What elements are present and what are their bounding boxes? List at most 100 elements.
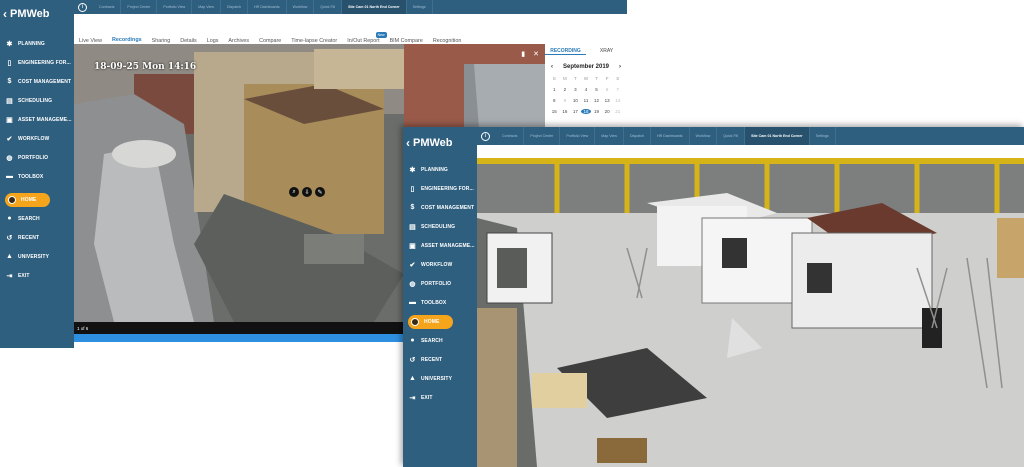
- top-tab-dispatch[interactable]: Dispatch: [221, 0, 248, 14]
- calendar-day[interactable]: 12: [591, 98, 602, 103]
- home-pill[interactable]: HOME: [408, 314, 454, 329]
- top-tab-portfolio-view[interactable]: Portfolio View: [560, 127, 596, 145]
- sidebar-item-label: HOME: [424, 318, 440, 325]
- camera-live-view[interactable]: [477, 158, 1024, 467]
- edit-icon[interactable]: ✎: [315, 187, 325, 197]
- graduation-cap-icon: ▲: [408, 375, 417, 382]
- sidebar-nav: ✱ PLANNING ▯ ENGINEERING FOR... $ COST MANAGE…: [0, 34, 74, 285]
- day-header: T: [574, 76, 577, 81]
- tab-label: Details: [180, 37, 197, 44]
- sidebar-item-label: EXIT: [421, 394, 433, 401]
- sidebar-item-portfolio[interactable]: ◍ PORTFOLIO: [403, 274, 477, 293]
- sidebar-item-home[interactable]: HOME: [403, 312, 477, 331]
- fullscreen-icon[interactable]: ✕: [533, 50, 539, 58]
- calendar-day[interactable]: 13: [602, 98, 613, 103]
- calendar-day[interactable]: 4: [581, 87, 592, 92]
- sidebar-item-label: PORTFOLIO: [421, 280, 452, 287]
- calendar-day[interactable]: 9: [560, 98, 571, 103]
- asset-icon: ▣: [6, 116, 13, 124]
- calendar-day[interactable]: 16: [560, 109, 571, 114]
- top-tab-dispatch[interactable]: Dispatch: [624, 127, 651, 145]
- sidebar-item-home[interactable]: HOME: [0, 190, 74, 209]
- top-tab-site-cam-01-north-end-corner[interactable]: Site Cam 01 North End Corner: [342, 0, 407, 14]
- sidebar-item-workflow[interactable]: ✔ WORKFLOW: [403, 255, 477, 274]
- calendar-day[interactable]: 8: [549, 98, 560, 103]
- sidebar-item-exit[interactable]: ⇥ EXIT: [0, 266, 74, 285]
- calendar-day[interactable]: 18: [580, 109, 592, 114]
- calendar-day[interactable]: 1: [549, 87, 560, 92]
- tab-label: In/Out Report: [347, 37, 380, 44]
- top-tab-hr-dashboards[interactable]: HR Dashboards: [651, 127, 690, 145]
- top-tab-map-view[interactable]: Map View: [595, 127, 625, 145]
- top-tab-project-center[interactable]: Project Center: [524, 127, 561, 145]
- top-tab-settings[interactable]: Settings: [810, 127, 836, 145]
- calendar-day[interactable]: 17: [570, 109, 581, 114]
- tab-recording[interactable]: RECORDING: [545, 48, 586, 55]
- top-tab-quick-fill[interactable]: Quick Fill: [314, 0, 343, 14]
- zoom-icon[interactable]: ⌕: [289, 187, 299, 197]
- info-icon[interactable]: i: [481, 131, 490, 141]
- sidebar-item-university[interactable]: ▲ UNIVERSITY: [403, 369, 477, 388]
- collapse-chevron-icon[interactable]: ‹: [406, 136, 410, 150]
- tab-label: Live View: [79, 37, 102, 44]
- sidebar-item-university[interactable]: ▲ UNIVERSITY: [0, 247, 74, 266]
- top-tab-site-cam-01-north-end-corner[interactable]: Site Cam 01 North End Corner: [745, 127, 810, 145]
- calendar-day[interactable]: 7: [612, 87, 623, 92]
- sidebar-item-toolbox[interactable]: ▬ TOOLBOX: [0, 167, 74, 186]
- top-tab-hr-dashboards[interactable]: HR Dashboards: [248, 0, 287, 14]
- sidebar-item-exit[interactable]: ⇥ EXIT: [403, 388, 477, 407]
- top-tab-map-view[interactable]: Map View: [192, 0, 222, 14]
- tab-xray[interactable]: XRAY: [586, 48, 627, 54]
- calendar-day[interactable]: 14: [612, 98, 623, 103]
- sidebar-item-engineering-for[interactable]: ▯ ENGINEERING FOR...: [0, 53, 74, 72]
- sidebar-item-planning[interactable]: ✱ PLANNING: [0, 34, 74, 53]
- sidebar-item-recent[interactable]: ↺ RECENT: [403, 350, 477, 369]
- bulb-icon: ✱: [6, 40, 13, 48]
- top-tab-settings[interactable]: Settings: [407, 0, 433, 14]
- download-icon[interactable]: ⇩: [302, 187, 312, 197]
- sidebar-item-workflow[interactable]: ✔ WORKFLOW: [0, 129, 74, 148]
- sidebar-item-search[interactable]: ● SEARCH: [403, 331, 477, 350]
- expand-icon[interactable]: ▮: [521, 50, 525, 58]
- video-controls: ⌕ ⇩ ✎: [289, 187, 325, 197]
- calendar-day[interactable]: 19: [591, 109, 602, 114]
- sidebar-item-scheduling[interactable]: ▤ SCHEDULING: [0, 91, 74, 110]
- next-month-icon[interactable]: ›: [619, 64, 621, 70]
- sidebar-item-engineering-for[interactable]: ▯ ENGINEERING FOR...: [403, 179, 477, 198]
- calendar-day[interactable]: 10: [570, 98, 581, 103]
- calendar-day[interactable]: 21: [612, 109, 623, 114]
- sidebar-item-recent[interactable]: ↺ RECENT: [0, 228, 74, 247]
- top-tab-project-center[interactable]: Project Center: [121, 0, 158, 14]
- top-tab-contracts[interactable]: Contracts: [93, 0, 122, 14]
- home-pill[interactable]: HOME: [5, 192, 51, 207]
- pmweb-logo[interactable]: ‹ PMWeb: [0, 0, 74, 28]
- top-tab-contracts[interactable]: Contracts: [496, 127, 525, 145]
- calendar-day[interactable]: 5: [591, 87, 602, 92]
- sidebar-item-portfolio[interactable]: ◍ PORTFOLIO: [0, 148, 74, 167]
- sidebar-item-toolbox[interactable]: ▬ TOOLBOX: [403, 293, 477, 312]
- sidebar-item-search[interactable]: ● SEARCH: [0, 209, 74, 228]
- calendar-grid: S M T W T F S 1 2 3 4 5 6 7 8 9 10 11 12 13 14 15 16 17 18 19 20 21: [545, 76, 627, 114]
- calendar-day[interactable]: 15: [549, 109, 560, 114]
- top-tab-quick-fill[interactable]: Quick Fill: [717, 127, 746, 145]
- top-tab-workflow[interactable]: Workflow: [287, 0, 315, 14]
- calendar-day[interactable]: 20: [602, 109, 613, 114]
- prev-month-icon[interactable]: ‹: [551, 64, 553, 70]
- sidebar-item-asset-manageme[interactable]: ▣ ASSET MANAGEME...: [0, 110, 74, 129]
- sidebar-item-cost-management[interactable]: $ COST MANAGEMENT: [403, 198, 477, 217]
- sidebar-item-label: TOOLBOX: [421, 299, 447, 306]
- top-tab-workflow[interactable]: Workflow: [690, 127, 718, 145]
- sidebar-item-label: EXIT: [18, 272, 30, 279]
- pmweb-logo[interactable]: ‹ PMWeb: [403, 127, 477, 158]
- calendar-day[interactable]: 11: [581, 98, 592, 103]
- calendar-day[interactable]: 6: [602, 87, 613, 92]
- sidebar-item-planning[interactable]: ✱ PLANNING: [403, 160, 477, 179]
- sidebar-item-scheduling[interactable]: ▤ SCHEDULING: [403, 217, 477, 236]
- top-tab-portfolio-view[interactable]: Portfolio View: [157, 0, 193, 14]
- calendar-day[interactable]: 2: [560, 87, 571, 92]
- sidebar-item-cost-management[interactable]: $ COST MANAGEMENT: [0, 72, 74, 91]
- info-icon[interactable]: i: [78, 2, 87, 12]
- sidebar-item-asset-manageme[interactable]: ▣ ASSET MANAGEME...: [403, 236, 477, 255]
- collapse-chevron-icon[interactable]: ‹: [3, 7, 7, 21]
- calendar-day[interactable]: 3: [570, 87, 581, 92]
